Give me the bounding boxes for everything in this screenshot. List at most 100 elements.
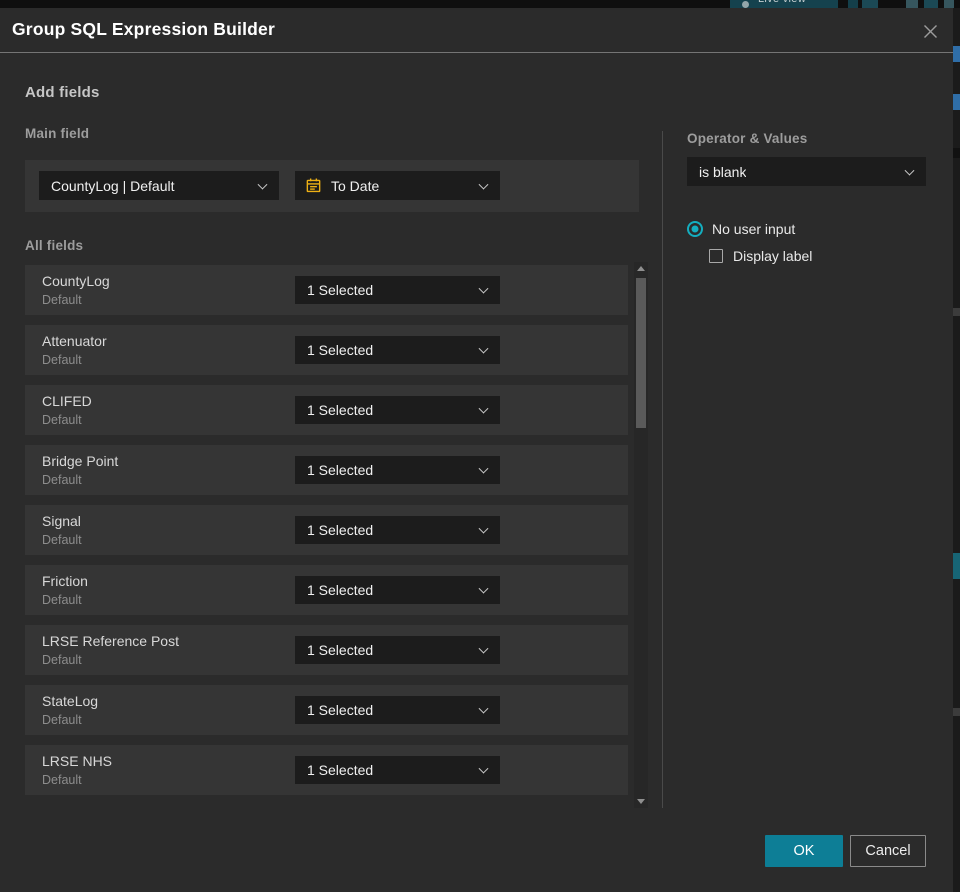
field-row: LRSE Reference Post Default 1 Selected: [25, 625, 628, 675]
field-name: LRSE NHS: [42, 753, 113, 769]
no-user-input-label: No user input: [712, 221, 796, 237]
add-fields-heading: Add fields: [25, 84, 100, 101]
chevron-down-icon: [904, 165, 915, 176]
field-selection-value: 1 Selected: [307, 642, 374, 658]
radio-selected-icon: [687, 221, 703, 237]
calendar-icon: [306, 178, 321, 193]
field-row: Friction Default 1 Selected: [25, 565, 628, 615]
background-toolbar-fragment: [906, 0, 918, 8]
field-row: CLIFED Default 1 Selected: [25, 385, 628, 435]
field-name: CLIFED: [42, 393, 92, 409]
background-app-right-strip: [953, 8, 960, 892]
chevron-down-icon: [478, 583, 489, 594]
background-app-top-strip: Live view: [0, 0, 960, 8]
chevron-down-icon: [478, 643, 489, 654]
field-selection-select[interactable]: 1 Selected: [295, 336, 500, 364]
main-field-label: Main field: [25, 126, 90, 141]
field-row: Signal Default 1 Selected: [25, 505, 628, 555]
operator-select-value: is blank: [699, 163, 747, 180]
field-name: CountyLog: [42, 273, 110, 289]
background-toolbar-fragment: [944, 0, 954, 8]
checkbox-unchecked-icon: [709, 249, 723, 263]
background-panel-fragment: [953, 148, 960, 158]
main-field-date-value: To Date: [331, 177, 380, 194]
close-icon[interactable]: [919, 20, 941, 42]
chevron-down-icon: [478, 703, 489, 714]
background-panel-fragment: [953, 308, 960, 316]
field-name: Bridge Point: [42, 453, 119, 469]
field-name: Signal: [42, 513, 81, 529]
field-selection-value: 1 Selected: [307, 402, 374, 418]
background-toolbar-fragment: [924, 0, 938, 8]
field-type: Default: [42, 293, 82, 307]
field-selection-select[interactable]: 1 Selected: [295, 696, 500, 724]
field-selection-value: 1 Selected: [307, 522, 374, 538]
field-selection-select[interactable]: 1 Selected: [295, 516, 500, 544]
fields-list-scrollbar[interactable]: [634, 262, 648, 808]
no-user-input-radio[interactable]: No user input: [687, 221, 795, 237]
display-label-checkbox[interactable]: Display label: [709, 248, 812, 264]
field-selection-select[interactable]: 1 Selected: [295, 636, 500, 664]
display-label-label: Display label: [733, 248, 813, 264]
dialog-header: Group SQL Expression Builder: [0, 8, 953, 53]
background-panel-fragment: [953, 46, 960, 62]
field-row: LRSE NHS Default 1 Selected: [25, 745, 628, 795]
chevron-down-icon: [257, 179, 268, 190]
field-row: CountyLog Default 1 Selected: [25, 265, 628, 315]
cancel-button[interactable]: Cancel: [850, 835, 926, 867]
field-type: Default: [42, 653, 82, 667]
main-field-date-select[interactable]: To Date: [295, 171, 500, 200]
background-toolbar-fragment: [862, 0, 878, 8]
field-type: Default: [42, 413, 82, 427]
field-name: LRSE Reference Post: [42, 633, 179, 649]
live-view-toggle[interactable]: Live view: [730, 0, 838, 8]
all-fields-label: All fields: [25, 238, 84, 253]
panel-divider: [662, 131, 663, 808]
all-fields-list: CountyLog Default 1 Selected Attenuator …: [25, 265, 628, 805]
field-selection-value: 1 Selected: [307, 762, 374, 778]
field-selection-value: 1 Selected: [307, 462, 374, 478]
operator-values-label: Operator & Values: [687, 131, 808, 146]
chevron-down-icon: [478, 179, 489, 190]
main-field-select[interactable]: CountyLog | Default: [39, 171, 279, 200]
field-selection-value: 1 Selected: [307, 342, 374, 358]
field-type: Default: [42, 773, 82, 787]
scroll-down-icon[interactable]: [637, 799, 645, 804]
field-selection-value: 1 Selected: [307, 582, 374, 598]
field-selection-select[interactable]: 1 Selected: [295, 576, 500, 604]
chevron-down-icon: [478, 283, 489, 294]
field-type: Default: [42, 713, 82, 727]
field-type: Default: [42, 353, 82, 367]
scrollbar-thumb[interactable]: [636, 278, 646, 428]
field-name: Friction: [42, 573, 88, 589]
screen: Live view Group SQL Expression Builder A…: [0, 0, 960, 892]
chevron-down-icon: [478, 463, 489, 474]
field-selection-select[interactable]: 1 Selected: [295, 756, 500, 784]
field-type: Default: [42, 473, 82, 487]
field-selection-select[interactable]: 1 Selected: [295, 456, 500, 484]
field-selection-select[interactable]: 1 Selected: [295, 276, 500, 304]
field-row: StateLog Default 1 Selected: [25, 685, 628, 735]
live-view-dot-icon: [742, 1, 749, 8]
field-type: Default: [42, 533, 82, 547]
field-name: Attenuator: [42, 333, 107, 349]
chevron-down-icon: [478, 523, 489, 534]
chevron-down-icon: [478, 343, 489, 354]
ok-button[interactable]: OK: [765, 835, 843, 867]
field-row: Bridge Point Default 1 Selected: [25, 445, 628, 495]
field-name: StateLog: [42, 693, 99, 709]
scroll-up-icon[interactable]: [637, 266, 645, 271]
background-panel-fragment: [953, 708, 960, 716]
field-selection-value: 1 Selected: [307, 702, 374, 718]
field-row: Attenuator Default 1 Selected: [25, 325, 628, 375]
background-toolbar-fragment: [848, 0, 858, 8]
background-panel-fragment: [953, 94, 960, 110]
operator-select[interactable]: is blank: [687, 157, 926, 186]
chevron-down-icon: [478, 403, 489, 414]
main-field-card: CountyLog | Default To Date: [25, 160, 639, 212]
live-view-label: Live view: [758, 0, 806, 5]
background-panel-fragment: [953, 553, 960, 579]
field-type: Default: [42, 593, 82, 607]
dialog-title: Group SQL Expression Builder: [12, 19, 275, 39]
field-selection-select[interactable]: 1 Selected: [295, 396, 500, 424]
